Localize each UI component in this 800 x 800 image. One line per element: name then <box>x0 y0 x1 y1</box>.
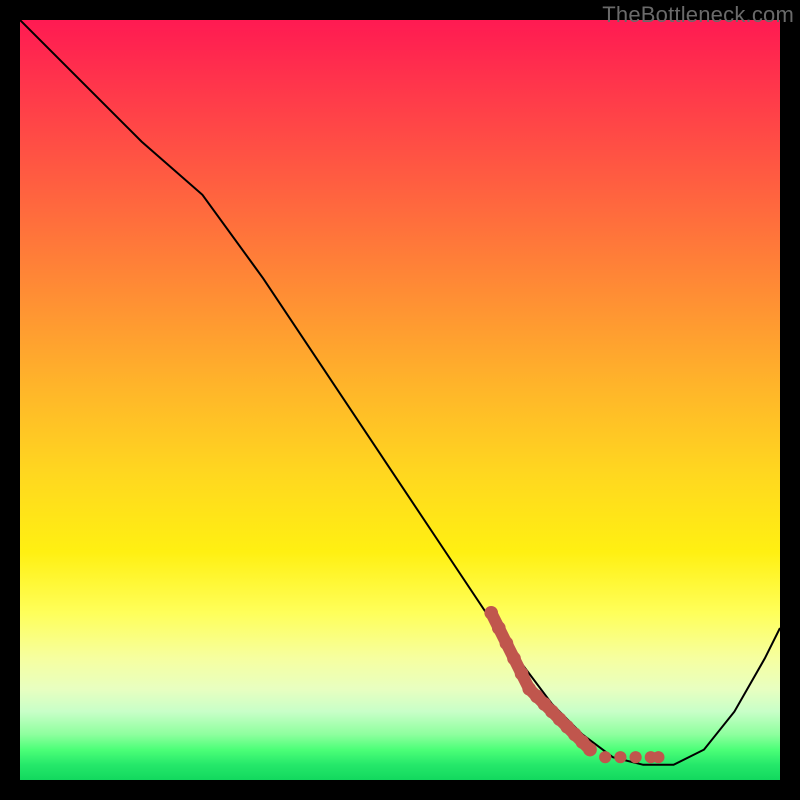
chart-container: TheBottleneck.com <box>0 0 800 800</box>
marker-dot <box>599 751 611 763</box>
plot-area <box>20 20 780 780</box>
marker-dot <box>583 743 597 757</box>
marker-dot <box>515 667 529 681</box>
attribution-text: TheBottleneck.com <box>602 2 794 28</box>
marker-dot <box>484 606 498 620</box>
line-series-curve <box>20 20 780 765</box>
marker-dot <box>652 751 664 763</box>
marker-dot <box>500 636 514 650</box>
chart-svg <box>20 20 780 780</box>
marker-dot <box>507 652 521 666</box>
marker-series <box>484 606 664 763</box>
marker-dot <box>630 751 642 763</box>
marker-dot <box>614 751 626 763</box>
marker-dot <box>492 621 506 635</box>
